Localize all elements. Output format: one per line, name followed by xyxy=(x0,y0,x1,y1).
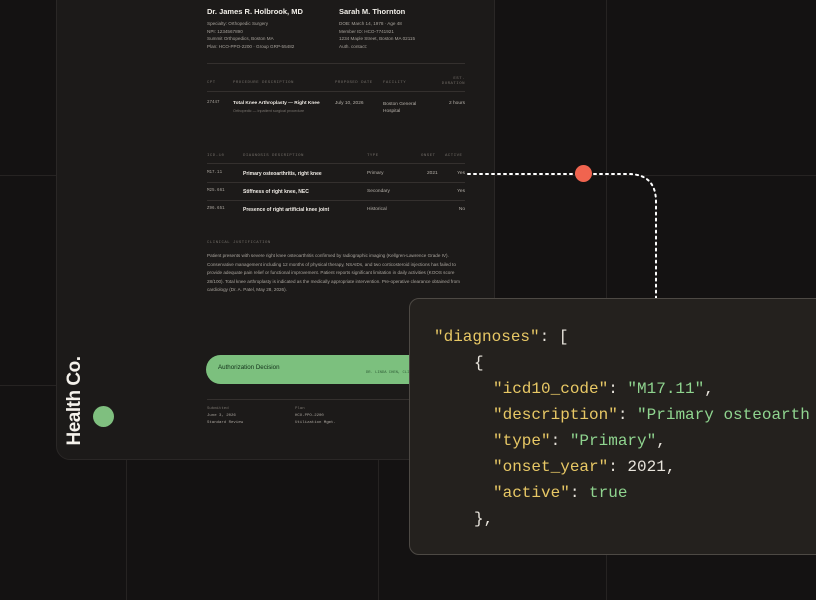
code-punct: : xyxy=(608,458,628,476)
code-key: "onset_year" xyxy=(493,458,609,476)
code-punct: : xyxy=(550,432,570,450)
json-code-panel: "diagnoses": [ { "icd10_code": "M17.11",… xyxy=(409,298,816,555)
code-key: "active" xyxy=(493,484,570,502)
code-punct: , xyxy=(665,458,676,476)
code-key: "type" xyxy=(493,432,551,450)
code-line: "diagnoses": [ xyxy=(434,324,568,350)
code-key: "description" xyxy=(493,406,618,424)
code-line: "icd10_code": "M17.11", xyxy=(493,376,714,402)
code-key: "icd10_code" xyxy=(493,380,609,398)
code-value: "Primary osteoarth xyxy=(637,406,810,424)
code-value: "M17.11" xyxy=(627,380,705,398)
code-line: "onset_year": 2021, xyxy=(493,454,675,480)
code-punct: : xyxy=(569,484,590,502)
code-punct: { xyxy=(474,354,484,372)
code-punct: , xyxy=(704,380,714,398)
code-punct: }, xyxy=(474,510,494,528)
code-line: { xyxy=(474,350,484,376)
code-value: "Primary" xyxy=(569,432,657,450)
code-punct: , xyxy=(656,432,666,450)
code-value: 2021 xyxy=(627,458,666,476)
code-punct: : xyxy=(617,406,638,424)
code-value: true xyxy=(589,484,628,502)
code-line: }, xyxy=(474,506,493,532)
code-key: "diagnoses" xyxy=(434,328,540,346)
code-line: "active": true xyxy=(493,480,627,506)
code-line: "type": "Primary", xyxy=(493,428,666,454)
connector-dot-icon xyxy=(575,165,592,182)
code-line: "description": "Primary osteoarth xyxy=(493,402,810,428)
code-punct: : [ xyxy=(539,328,569,346)
code-punct: : xyxy=(608,380,628,398)
